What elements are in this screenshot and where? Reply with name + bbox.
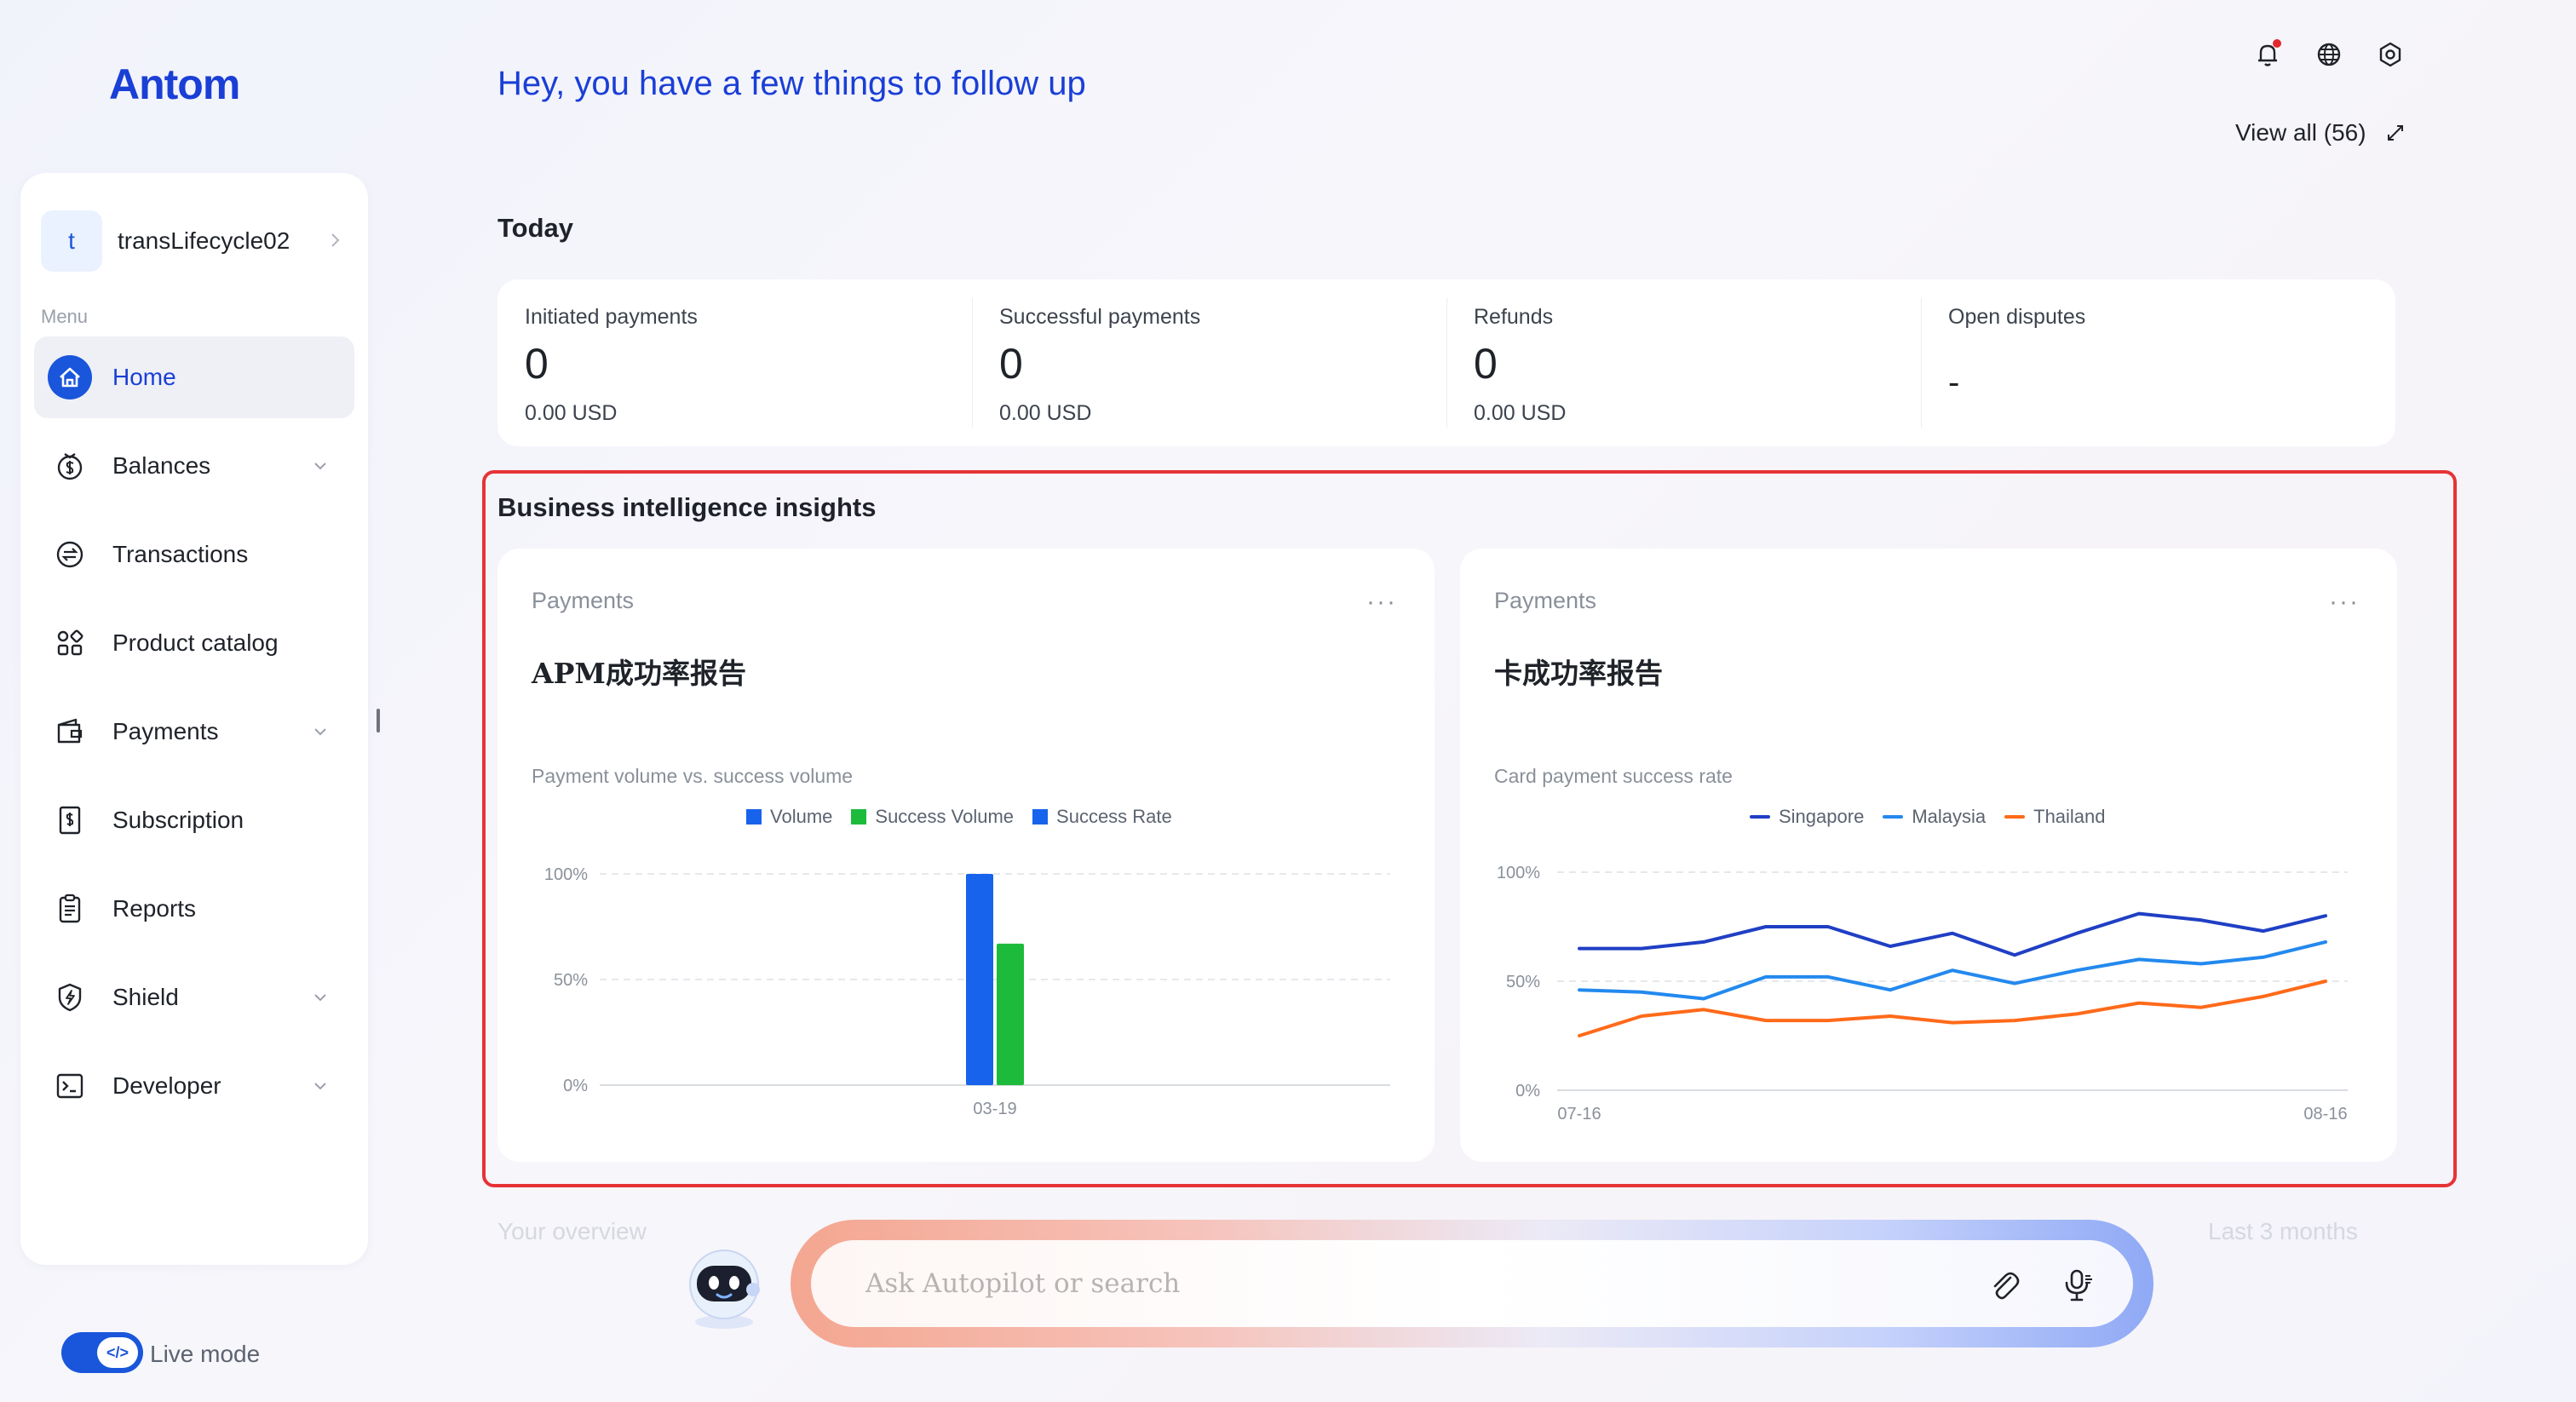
balance-icon xyxy=(48,444,92,488)
sidebar-item-label: Reports xyxy=(112,895,197,922)
globe-icon[interactable] xyxy=(2310,36,2348,73)
y-tick-label: 0% xyxy=(563,1077,588,1095)
chevron-down-icon[interactable] xyxy=(312,1077,329,1095)
stat-value: 0 xyxy=(999,340,1023,388)
chevron-down-icon[interactable] xyxy=(312,457,329,474)
bi-card-card-success[interactable]: Payments ··· 卡成功率报告 Card payment success… xyxy=(1460,549,2397,1162)
stat-refunds[interactable]: Refunds 0 0.00 USD xyxy=(1446,279,1921,446)
today-heading: Today xyxy=(497,213,573,243)
notification-dot xyxy=(2273,39,2281,48)
bar-chart: 0% 50% 100% 03-19 xyxy=(544,865,1390,1118)
today-stats-card: Initiated payments 0 0.00 USD Successful… xyxy=(497,279,2395,446)
external-link-icon xyxy=(2387,125,2403,141)
autopilot-search-field xyxy=(811,1240,2133,1327)
overview-range[interactable]: Last 3 months xyxy=(2208,1218,2358,1245)
antom-logo[interactable]: Antom xyxy=(109,60,240,109)
sidebar-item-reports[interactable]: Reports xyxy=(34,868,354,950)
stat-label: Open disputes xyxy=(1948,305,2086,329)
sidebar-item-developer[interactable]: Developer xyxy=(34,1045,354,1127)
sidebar-item-label: Balances xyxy=(112,452,211,479)
stat-label: Successful payments xyxy=(999,305,1201,329)
y-tick-label: 100% xyxy=(544,865,588,884)
stat-value: 0 xyxy=(1474,340,1498,388)
shield-icon xyxy=(48,975,92,1020)
sidebar-item-label: Developer xyxy=(112,1072,221,1099)
sidebar-item-subscription[interactable]: Subscription xyxy=(34,779,354,861)
home-icon xyxy=(48,355,92,399)
y-tick-label: 100% xyxy=(1497,864,1540,882)
sidebar-item-home[interactable]: Home xyxy=(34,336,354,418)
sidebar-item-label: Product catalog xyxy=(112,629,279,656)
view-all-label: View all (56) xyxy=(2235,119,2366,146)
paperclip-icon[interactable] xyxy=(1985,1266,2022,1303)
stat-amount: 0.00 USD xyxy=(1474,401,1567,425)
series-line-malaysia xyxy=(1578,939,2327,1001)
autopilot-robot-icon[interactable] xyxy=(678,1240,770,1332)
stat-amount: 0.00 USD xyxy=(525,401,618,425)
sidebar-item-payments[interactable]: Payments xyxy=(34,691,354,773)
x-tick-label: 08-16 xyxy=(2303,1105,2347,1123)
stat-label: Refunds xyxy=(1474,305,1554,329)
chevron-right-icon xyxy=(322,227,348,253)
sidebar: t transLifecycle02 Menu Home Balances Tran… xyxy=(20,173,368,1265)
transactions-icon xyxy=(48,532,92,577)
stat-successful-payments[interactable]: Successful payments 0 0.00 USD xyxy=(972,279,1446,446)
terminal-icon xyxy=(48,1064,92,1108)
stat-label: Initiated payments xyxy=(525,305,698,329)
microphone-icon[interactable] xyxy=(2058,1266,2096,1303)
sidebar-item-balances[interactable]: Balances xyxy=(34,425,354,507)
bar-success-volume xyxy=(997,943,1024,1085)
sidebar-nav: Home Balances Transactions Product catalog P… xyxy=(34,336,354,1134)
sidebar-item-product-catalog[interactable]: Product catalog xyxy=(34,602,354,684)
y-tick-label: 50% xyxy=(1506,973,1540,991)
chevron-down-icon[interactable] xyxy=(312,723,329,740)
page-greeting: Hey, you have a few things to follow up xyxy=(497,65,1086,102)
autopilot-search-bar xyxy=(791,1220,2153,1347)
bell-icon[interactable] xyxy=(2249,36,2286,73)
y-tick-label: 50% xyxy=(554,971,588,990)
stat-value: 0 xyxy=(525,340,549,388)
sidebar-item-label: Shield xyxy=(112,984,179,1010)
account-switcher[interactable]: t transLifecycle02 xyxy=(41,207,348,275)
chevron-down-icon[interactable] xyxy=(312,989,329,1006)
view-all-link[interactable]: View all (56) xyxy=(2235,119,2406,147)
sidebar-item-label: Subscription xyxy=(112,807,244,833)
subscription-icon xyxy=(48,798,92,842)
x-tick-label: 07-16 xyxy=(1557,1105,1601,1123)
wallet-icon xyxy=(48,710,92,754)
gear-icon[interactable] xyxy=(2372,36,2409,73)
bi-heading: Business intelligence insights xyxy=(497,492,877,522)
reports-icon xyxy=(48,887,92,931)
code-icon: </> xyxy=(97,1337,138,1368)
account-name: transLifecycle02 xyxy=(118,227,290,254)
live-mode-toggle[interactable]: </> xyxy=(61,1332,143,1373)
bar-volume xyxy=(966,874,993,1085)
stat-amount: 0.00 USD xyxy=(999,401,1092,425)
stat-open-disputes[interactable]: Open disputes - xyxy=(1921,279,2395,446)
sidebar-item-shield[interactable]: Shield xyxy=(34,957,354,1038)
sidebar-item-label: Home xyxy=(112,364,176,390)
sidebar-resize-handle[interactable] xyxy=(377,709,380,733)
catalog-icon xyxy=(48,621,92,665)
x-tick-label: 03-19 xyxy=(973,1100,1016,1118)
sidebar-item-label: Transactions xyxy=(112,541,249,567)
sidebar-item-label: Payments xyxy=(112,718,219,744)
account-avatar: t xyxy=(41,210,102,272)
stat-value: - xyxy=(1948,364,1960,401)
live-mode-label: Live mode xyxy=(150,1341,261,1367)
stat-initiated-payments[interactable]: Initiated payments 0 0.00 USD xyxy=(497,279,972,446)
series-line-thailand xyxy=(1578,980,2327,1037)
bi-card-apm[interactable]: Payments ··· APM成功率报告 Payment volume vs.… xyxy=(497,549,1435,1162)
sidebar-item-transactions[interactable]: Transactions xyxy=(34,514,354,595)
header-actions xyxy=(2249,36,2419,73)
line-chart: 0% 50% 100% 07-16 08-16 xyxy=(1497,864,2348,1123)
series-line-singapore xyxy=(1578,911,2327,957)
menu-label: Menu xyxy=(41,306,89,327)
autopilot-search-input[interactable] xyxy=(865,1240,1922,1327)
overview-heading: Your overview xyxy=(497,1218,647,1244)
y-tick-label: 0% xyxy=(1515,1082,1540,1100)
